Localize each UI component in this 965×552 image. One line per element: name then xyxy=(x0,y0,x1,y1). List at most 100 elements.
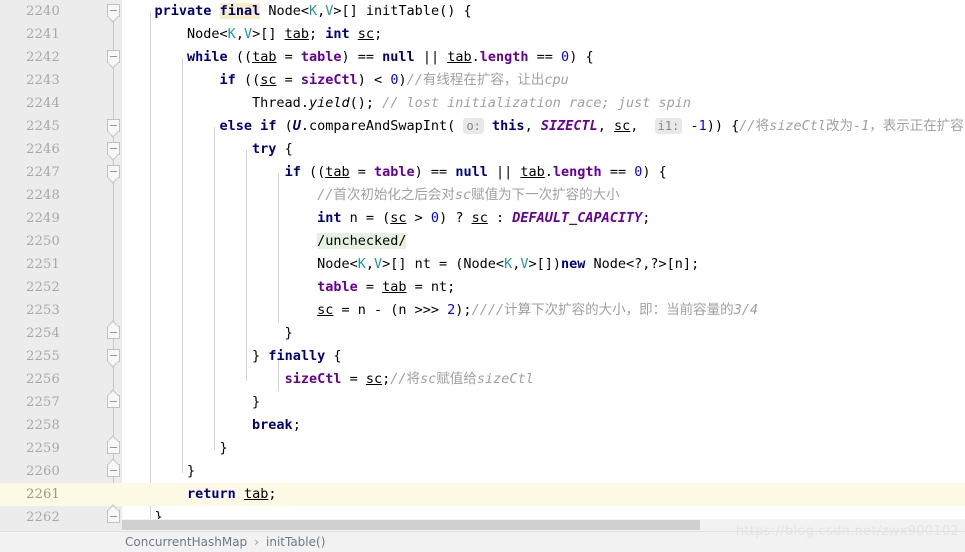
fold-region-end-icon xyxy=(107,389,119,396)
gutter-row[interactable]: 2249 xyxy=(0,207,122,230)
code-line-text: } xyxy=(252,394,261,410)
line-number: 2256 xyxy=(26,372,60,387)
code-line[interactable]: } finally { xyxy=(122,345,965,368)
gutter-row[interactable]: 2255 xyxy=(0,345,122,368)
line-number: 2242 xyxy=(26,50,60,65)
code-line[interactable]: int n = (sc > 0) ? sc : DEFAULT_CAPACITY… xyxy=(122,207,965,230)
line-number: 2244 xyxy=(26,96,60,111)
gutter-row[interactable]: 2254 xyxy=(0,320,122,345)
line-number: 2251 xyxy=(26,257,60,272)
code-line-text: Node<K,V>[] nt = (Node<K,V>[])new Node<?… xyxy=(317,256,700,272)
code-line[interactable]: } xyxy=(122,391,965,414)
fold-region-start-icon xyxy=(107,360,119,368)
code-line-current[interactable]: return tab; xyxy=(122,483,965,506)
breadcrumb: ConcurrentHashMap › initTable() xyxy=(0,531,965,552)
fold-region-start-icon xyxy=(107,130,119,138)
gutter-row[interactable]: 2251 xyxy=(0,253,122,276)
code-line[interactable]: sc = n - (n >>> 2);////计算下次扩容的大小，即：当前容量的… xyxy=(122,299,965,322)
gutter-row[interactable]: 2262 xyxy=(0,504,122,529)
breadcrumb-item-method[interactable]: initTable() xyxy=(263,535,328,549)
gutter-row[interactable]: 2256 xyxy=(0,368,122,391)
code-line-text: table = tab = nt; xyxy=(317,279,456,295)
horizontal-scrollbar-thumb[interactable] xyxy=(122,520,700,530)
line-number: 2243 xyxy=(26,73,60,88)
gutter-row[interactable]: 2250 xyxy=(0,230,122,253)
gutter-row[interactable]: 2246 xyxy=(0,138,122,161)
code-line[interactable]: break; xyxy=(122,414,965,437)
fold-region-end-icon xyxy=(107,435,119,442)
fold-region-end-icon xyxy=(107,320,119,327)
code-line-text: return tab; xyxy=(187,486,277,502)
code-line-text: //首次初始化之后会对sc赋值为下一次扩容的大小 xyxy=(317,187,620,203)
code-line-text: } xyxy=(219,440,228,456)
editor-gutter[interactable]: 2240 2241 2242 2243 2244 2245 2246 2247 … xyxy=(0,0,122,531)
fold-region-start-icon xyxy=(107,176,119,184)
gutter-row[interactable]: 2243 xyxy=(0,69,122,92)
code-line[interactable]: } xyxy=(122,437,965,460)
gutter-row[interactable]: 2258 xyxy=(0,414,122,437)
line-number: 2262 xyxy=(26,510,60,525)
gutter-row[interactable]: 2241 xyxy=(0,23,122,46)
code-line-text: break; xyxy=(252,417,301,433)
code-line-text: private final Node<K,V>[] initTable() { xyxy=(154,3,472,19)
code-line[interactable]: sizeCtl = sc;//将sc赋值给sizeCtl xyxy=(122,368,965,391)
line-number: 2260 xyxy=(26,464,60,479)
fold-marker-icon[interactable] xyxy=(107,395,120,408)
code-line[interactable]: Thread.yield(); // lost initialization r… xyxy=(122,92,965,115)
line-number: 2257 xyxy=(26,395,60,410)
code-line[interactable]: Node<K,V>[] nt = (Node<K,V>[])new Node<?… xyxy=(122,253,965,276)
gutter-row[interactable]: 2260 xyxy=(0,458,122,483)
code-line[interactable]: } xyxy=(122,460,965,483)
horizontal-scrollbar-track[interactable] xyxy=(122,519,965,531)
gutter-row[interactable]: 2248 xyxy=(0,184,122,207)
code-line-text: } finally { xyxy=(252,348,342,364)
gutter-row[interactable]: 2259 xyxy=(0,435,122,460)
fold-region-end-icon xyxy=(107,504,119,511)
code-line[interactable]: table = tab = nt; xyxy=(122,276,965,299)
gutter-row[interactable]: 2253 xyxy=(0,299,122,322)
code-line-text: sc = n - (n >>> 2);////计算下次扩容的大小，即：当前容量的… xyxy=(317,302,758,318)
gutter-row[interactable]: 2244 xyxy=(0,92,122,115)
fold-marker-icon[interactable] xyxy=(107,510,120,523)
code-line[interactable]: try { xyxy=(122,138,965,161)
code-line-text: else if (U.compareAndSwapInt( o: this, S… xyxy=(219,118,964,134)
gutter-row[interactable]: 2240 xyxy=(0,0,122,23)
gutter-row[interactable]: 2257 xyxy=(0,389,122,414)
gutter-row[interactable]: 2242 xyxy=(0,46,122,69)
line-number: 2250 xyxy=(26,234,60,249)
code-line[interactable]: } xyxy=(122,322,965,345)
fold-marker-icon[interactable] xyxy=(107,441,120,454)
code-line-text: if ((sc = sizeCtl) < 0)//有线程在扩容，让出cpu xyxy=(219,72,569,88)
line-number: 2254 xyxy=(26,326,60,341)
fold-marker-icon[interactable] xyxy=(107,464,120,477)
gutter-row[interactable]: 2252 xyxy=(0,276,122,299)
gutter-row[interactable]: 2245 xyxy=(0,115,122,138)
breadcrumb-item-class[interactable]: ConcurrentHashMap xyxy=(122,535,250,549)
code-line[interactable]: /unchecked/ xyxy=(122,230,965,253)
code-line-text: while ((tab = table) == null || tab.leng… xyxy=(187,49,594,65)
code-line[interactable]: if ((tab = table) == null || tab.length … xyxy=(122,161,965,184)
fold-marker-icon[interactable] xyxy=(107,326,120,339)
line-number: 2252 xyxy=(26,280,60,295)
code-line-text: Thread.yield(); // lost initialization r… xyxy=(252,95,691,111)
fold-region-start-icon xyxy=(107,15,119,23)
code-line[interactable]: Node<K,V>[] tab; int sc; xyxy=(122,23,965,46)
line-number: 2255 xyxy=(26,349,60,364)
code-line[interactable]: private final Node<K,V>[] initTable() { xyxy=(122,0,965,23)
code-line[interactable]: else if (U.compareAndSwapInt( o: this, S… xyxy=(122,115,965,138)
code-line-text: int n = (sc > 0) ? sc : DEFAULT_CAPACITY… xyxy=(317,210,651,226)
fold-region-start-icon xyxy=(107,61,119,69)
code-line-text: if ((tab = table) == null || tab.length … xyxy=(284,164,667,180)
gutter-row[interactable]: 2247 xyxy=(0,161,122,184)
code-line-text: try { xyxy=(252,141,293,157)
line-number: 2240 xyxy=(26,4,60,19)
code-line[interactable]: //首次初始化之后会对sc赋值为下一次扩容的大小 xyxy=(122,184,965,207)
line-number: 2247 xyxy=(26,165,60,180)
line-number: 2241 xyxy=(26,27,60,42)
code-line[interactable]: while ((tab = table) == null || tab.leng… xyxy=(122,46,965,69)
code-line-text: sizeCtl = sc;//将sc赋值给sizeCtl xyxy=(284,371,534,387)
code-text-area[interactable]: private final Node<K,V>[] initTable() { … xyxy=(122,0,965,531)
code-line[interactable]: if ((sc = sizeCtl) < 0)//有线程在扩容，让出cpu xyxy=(122,69,965,92)
code-line-text: } xyxy=(284,325,293,341)
gutter-row-current[interactable]: 2261 xyxy=(0,483,122,506)
